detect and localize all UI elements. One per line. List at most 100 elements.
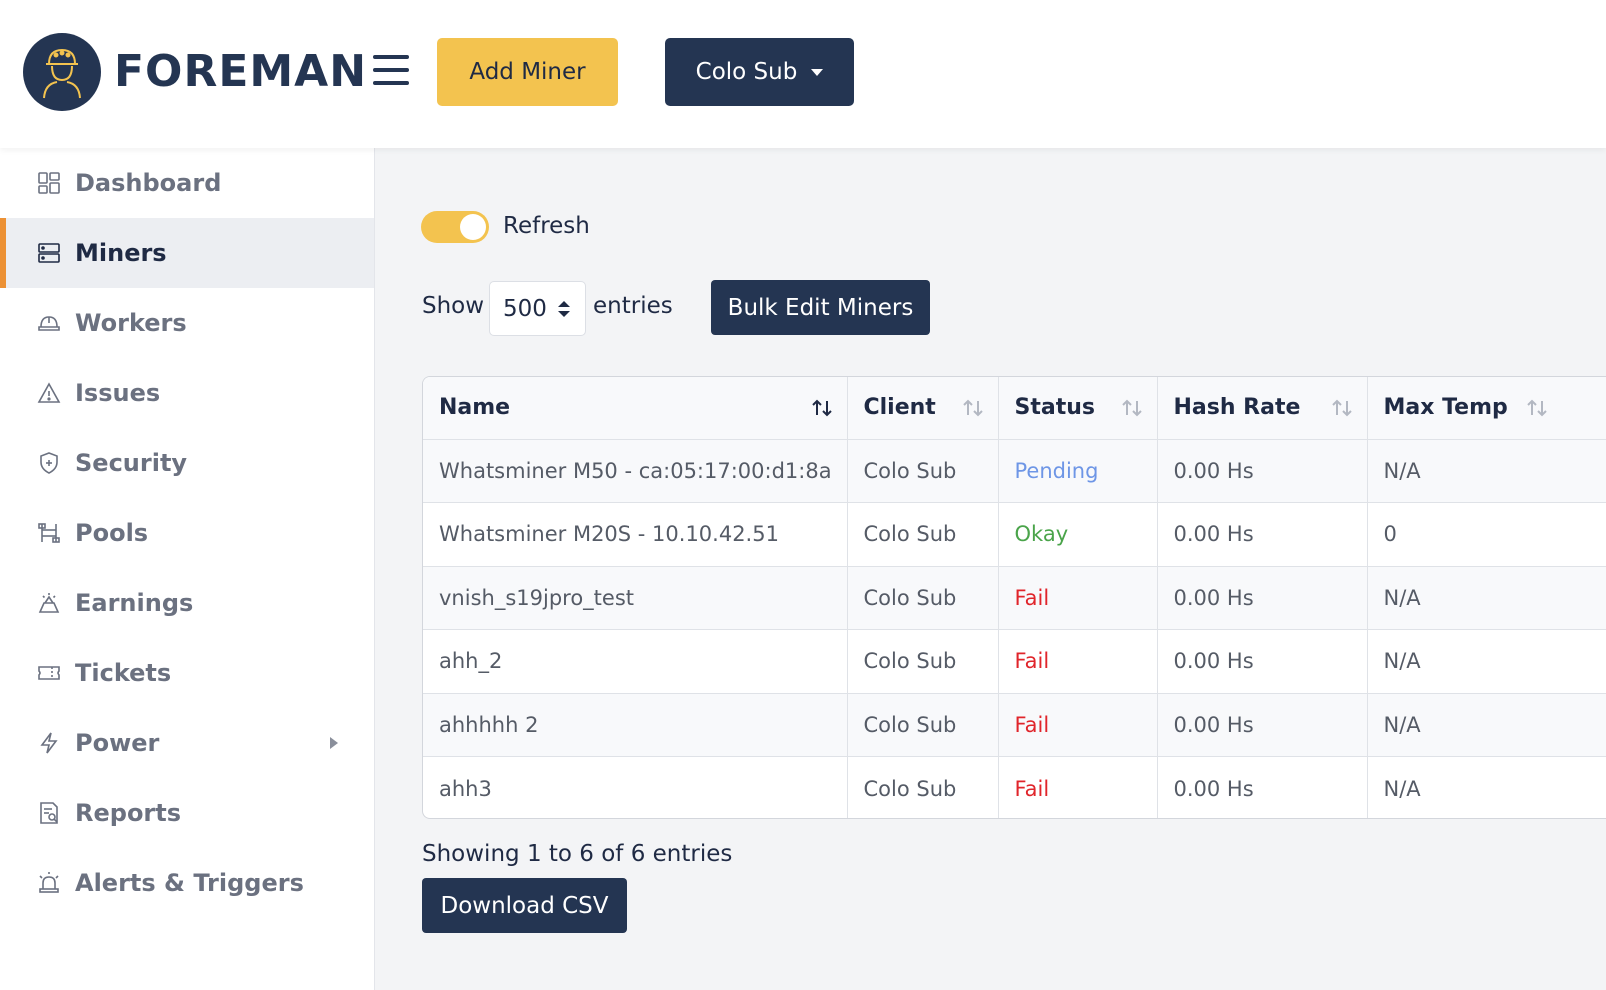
sidebar-item-label: Earnings: [75, 589, 194, 617]
pagination-info: Showing 1 to 6 of 6 entries: [422, 841, 733, 867]
cell-hash-rate: 0.00 Hs: [1157, 566, 1368, 630]
bulk-edit-miners-button[interactable]: Bulk Edit Miners: [711, 280, 930, 335]
caret-down-icon: [811, 68, 824, 76]
chevron-right-icon: [330, 737, 338, 749]
cell-hash-rate: 0.00 Hs: [1157, 756, 1368, 818]
table-row[interactable]: vnish_s19jpro_test Colo Sub Fail 0.00 Hs…: [423, 566, 1606, 630]
cell-client: Colo Sub: [847, 693, 999, 757]
sidebar-item-workers[interactable]: Workers: [0, 288, 374, 358]
cell-status: Fail: [998, 629, 1158, 694]
table-row[interactable]: ahh3 Colo Sub Fail 0.00 Hs N/A: [423, 756, 1606, 818]
sidebar-item-pools[interactable]: Pools: [0, 498, 374, 568]
cell-hash-rate: 0.00 Hs: [1157, 693, 1368, 757]
entries-per-page-select[interactable]: 500: [489, 281, 586, 336]
cell-client: Colo Sub: [847, 566, 999, 630]
brand-name: FOREMAN: [114, 46, 368, 97]
entries-label: entries: [593, 293, 673, 319]
column-label: Hash Rate: [1173, 395, 1301, 421]
table-row[interactable]: Whatsminer M50 - ca:05:17:00:d1:8a Colo …: [423, 439, 1606, 503]
show-label: Show: [422, 293, 485, 319]
column-header-client[interactable]: Client: [847, 377, 999, 440]
cell-max-temp: N/A: [1367, 693, 1606, 757]
sidebar-item-issues[interactable]: Issues: [0, 358, 374, 428]
select-arrows-icon: [558, 301, 570, 317]
sidebar-item-label: Dashboard: [75, 169, 222, 197]
hard-hat-icon: [37, 311, 61, 335]
column-header-status[interactable]: Status: [998, 377, 1158, 440]
client-selector-label: Colo Sub: [695, 59, 798, 85]
cell-max-temp: 0: [1367, 502, 1606, 567]
miners-table: Name Client Status Hash Rate Max Temp Wh…: [422, 376, 1606, 819]
cell-max-temp: N/A: [1367, 439, 1606, 503]
cell-status: Fail: [998, 756, 1158, 818]
column-header-hash-rate[interactable]: Hash Rate: [1157, 377, 1368, 440]
table-header-row: Name Client Status Hash Rate Max Temp: [423, 377, 1606, 440]
sidebar-item-reports[interactable]: Reports: [0, 778, 374, 848]
sidebar-item-dashboard[interactable]: Dashboard: [0, 148, 374, 218]
sidebar-item-tickets[interactable]: Tickets: [0, 638, 374, 708]
table-row[interactable]: ahhhhh 2 Colo Sub Fail 0.00 Hs N/A: [423, 693, 1606, 757]
table-row[interactable]: ahh_2 Colo Sub Fail 0.00 Hs N/A: [423, 629, 1606, 694]
cell-client: Colo Sub: [847, 502, 999, 567]
sidebar-item-security[interactable]: Security: [0, 428, 374, 498]
column-label: Max Temp: [1383, 395, 1508, 421]
cell-name[interactable]: ahhhhh 2: [423, 693, 848, 757]
cell-name[interactable]: ahh_2: [423, 629, 848, 694]
sidebar: Dashboard Miners Workers Issues Security…: [0, 148, 375, 990]
sort-icon[interactable]: [1121, 398, 1143, 418]
sidebar-item-label: Workers: [75, 309, 187, 337]
sidebar-item-earnings[interactable]: Earnings: [0, 568, 374, 638]
column-label: Client: [863, 395, 936, 421]
sidebar-item-label: Security: [75, 449, 188, 477]
cell-max-temp: N/A: [1367, 566, 1606, 630]
table-row[interactable]: Whatsminer M20S - 10.10.42.51 Colo Sub O…: [423, 502, 1606, 567]
foreman-logo-icon: [23, 33, 101, 111]
cell-name[interactable]: vnish_s19jpro_test: [423, 566, 848, 630]
sidebar-item-miners[interactable]: Miners: [0, 218, 374, 288]
menu-toggle-icon[interactable]: [373, 55, 409, 85]
add-miner-button[interactable]: Add Miner: [437, 38, 618, 106]
lightning-icon: [37, 731, 61, 755]
refresh-toggle[interactable]: [421, 211, 489, 243]
sidebar-item-alerts-triggers[interactable]: Alerts & Triggers: [0, 848, 374, 918]
column-label: Status: [1014, 395, 1095, 421]
cell-max-temp: N/A: [1367, 629, 1606, 694]
report-icon: [37, 801, 61, 825]
sidebar-item-label: Pools: [75, 519, 149, 547]
cell-name[interactable]: Whatsminer M20S - 10.10.42.51: [423, 502, 848, 567]
sidebar-item-label: Tickets: [75, 659, 172, 687]
sidebar-item-label: Power: [75, 729, 160, 757]
refresh-label: Refresh: [503, 213, 590, 239]
pools-icon: [37, 521, 61, 545]
column-header-max-temp[interactable]: Max Temp: [1367, 377, 1606, 440]
cell-client: Colo Sub: [847, 756, 999, 818]
sidebar-item-label: Miners: [75, 239, 167, 267]
sort-icon[interactable]: [1526, 398, 1548, 418]
cell-status: Okay: [998, 502, 1158, 567]
sidebar-item-label: Issues: [75, 379, 161, 407]
sidebar-item-label: Alerts & Triggers: [75, 869, 304, 897]
cell-client: Colo Sub: [847, 439, 999, 503]
cell-hash-rate: 0.00 Hs: [1157, 629, 1368, 694]
toggle-knob: [460, 214, 486, 240]
sidebar-item-label: Reports: [75, 799, 182, 827]
cell-status: Pending: [998, 439, 1158, 503]
cell-name[interactable]: Whatsminer M50 - ca:05:17:00:d1:8a: [423, 439, 848, 503]
client-selector-dropdown[interactable]: Colo Sub: [665, 38, 854, 106]
sort-icon[interactable]: [962, 398, 984, 418]
sort-icon[interactable]: [811, 398, 833, 418]
server-icon: [37, 241, 61, 265]
sidebar-item-power[interactable]: Power: [0, 708, 374, 778]
cell-hash-rate: 0.00 Hs: [1157, 439, 1368, 503]
cell-client: Colo Sub: [847, 629, 999, 694]
download-csv-button[interactable]: Download CSV: [422, 878, 627, 933]
cell-name[interactable]: ahh3: [423, 756, 848, 818]
warning-icon: [37, 381, 61, 405]
column-header-name[interactable]: Name: [423, 377, 848, 440]
cell-hash-rate: 0.00 Hs: [1157, 502, 1368, 567]
alarm-icon: [37, 871, 61, 895]
cell-status: Fail: [998, 693, 1158, 757]
entries-select-value: 500: [503, 295, 547, 322]
shield-icon: [37, 451, 61, 475]
sort-icon[interactable]: [1331, 398, 1353, 418]
